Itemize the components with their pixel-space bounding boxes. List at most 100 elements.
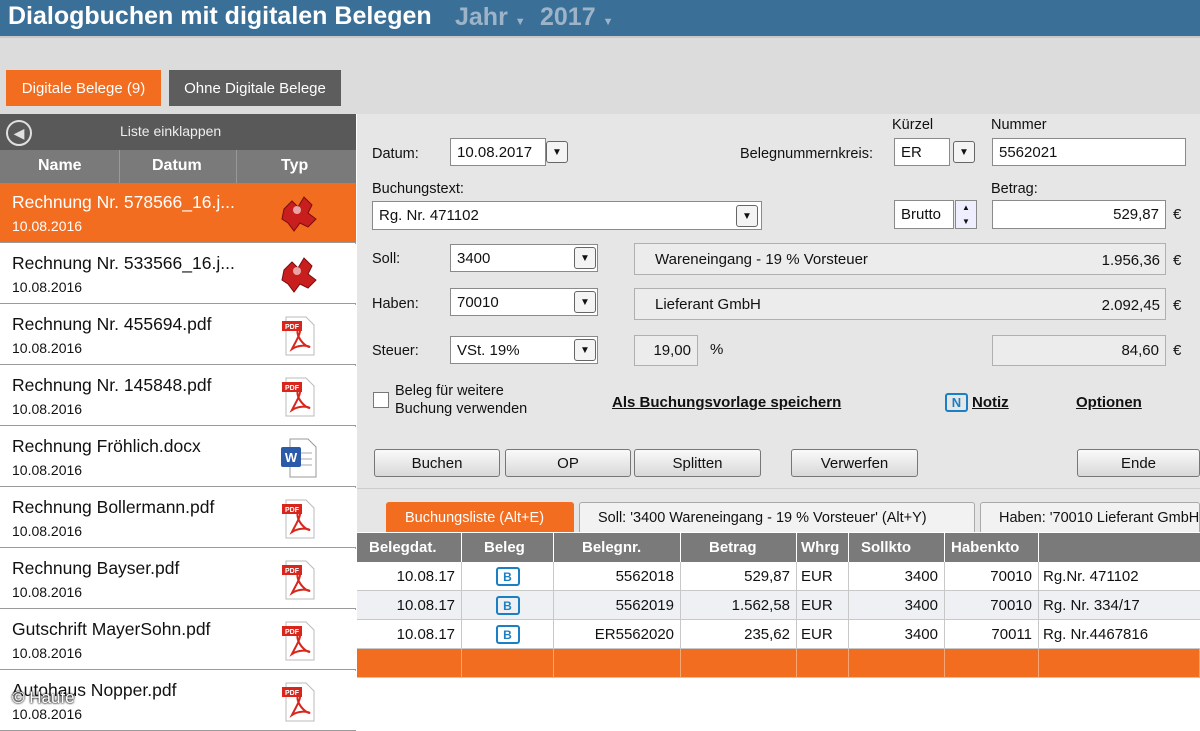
notiz-link[interactable]: Notiz [972, 394, 1009, 411]
beleg-reuse-checkbox[interactable] [373, 392, 389, 408]
document-list-item[interactable]: Gutschrift MayerSohn.pdf 10.08.2016 PDF [0, 610, 356, 670]
document-name: Rechnung Nr. 455694.pdf [12, 314, 212, 334]
steuer-dropdown-icon[interactable]: ▼ [574, 339, 596, 361]
col-sollkto[interactable]: Sollkto [849, 533, 945, 562]
steuer-label: Steuer: [372, 343, 419, 359]
cell-belegnr: 5562019 [554, 591, 681, 620]
chevron-down-icon[interactable]: ▼ [515, 16, 526, 28]
tab-ohne-digitale-belege[interactable]: Ohne Digitale Belege [169, 70, 341, 106]
col-beleg[interactable]: Beleg [462, 533, 554, 562]
cell-buchungstext: Rg. Nr.4467816 [1043, 626, 1149, 643]
table-row[interactable]: 10.08.17 B ER5562020 235,62 EUR 3400 70011 Rg. … [357, 620, 1200, 649]
kuerzel-field[interactable]: ER [894, 138, 950, 166]
splitten-button[interactable]: Splitten [634, 449, 761, 477]
column-header-datum[interactable]: Datum [152, 157, 202, 175]
cell-whrg: EUR [797, 620, 849, 649]
cell-beleg[interactable]: B [462, 591, 554, 620]
verwerfen-button[interactable]: Verwerfen [791, 449, 918, 477]
brutto-spinner[interactable]: ▲ ▼ [955, 200, 977, 229]
save-template-link[interactable]: Als Buchungsvorlage speichern [612, 394, 841, 411]
beleg-reuse-line2[interactable]: Buchung verwenden [395, 400, 527, 418]
document-date: 10.08.2016 [12, 279, 83, 295]
spin-down-icon[interactable]: ▼ [962, 217, 970, 226]
kuerzel-dropdown-icon[interactable]: ▼ [953, 141, 975, 163]
buchen-button[interactable]: Buchen [374, 449, 500, 477]
document-list-item[interactable]: Rechnung Nr. 455694.pdf 10.08.2016 PDF [0, 305, 356, 365]
soll-dropdown-icon[interactable]: ▼ [574, 247, 596, 269]
collapse-list-bar[interactable]: ◀ Liste einklappen [0, 114, 356, 150]
col-belegdat[interactable]: Belegdat. [357, 533, 462, 562]
word-icon: W [278, 437, 320, 479]
beleg-document-icon[interactable]: B [495, 596, 520, 615]
year-label[interactable]: Jahr [455, 3, 508, 31]
soll-value[interactable]: 3400 [457, 250, 490, 267]
beleg-document-icon[interactable]: B [495, 625, 520, 644]
col-buchungstext[interactable] [1039, 533, 1200, 562]
col-whrg[interactable]: Whrg [797, 533, 849, 562]
ende-button[interactable]: Ende [1077, 449, 1200, 477]
optionen-link[interactable]: Optionen [1076, 394, 1142, 411]
document-list-item[interactable]: Rechnung Nr. 578566_16.j... 10.08.2016 [0, 183, 356, 243]
chevron-left-icon[interactable]: ◀ [6, 120, 32, 146]
haben-value[interactable]: 70010 [457, 294, 499, 311]
year-value[interactable]: 2017 [540, 3, 596, 31]
document-list-item[interactable]: Rechnung Bollermann.pdf 10.08.2016 PDF [0, 488, 356, 548]
year-selector-value[interactable]: 2017 ▼ [540, 3, 613, 32]
new-entry-row[interactable] [357, 649, 1200, 678]
document-list-item[interactable]: Rechnung Bayser.pdf 10.08.2016 PDF [0, 549, 356, 609]
spin-up-icon[interactable]: ▲ [962, 203, 970, 212]
document-list-header: Name Datum Typ [0, 150, 356, 183]
brutto-field[interactable]: Brutto [894, 200, 954, 229]
betrag-field[interactable]: 529,87 [992, 200, 1166, 229]
column-header-typ[interactable]: Typ [281, 157, 308, 175]
document-list-item[interactable]: Rechnung Fröhlich.docx 10.08.2016 W [0, 427, 356, 487]
belegnummernkreis-label: Belegnummernkreis: [740, 146, 873, 162]
empty-cell[interactable] [849, 649, 945, 678]
tab-haben-konto[interactable]: Haben: '70010 Lieferant GmbH' (Alt+X) [980, 502, 1200, 532]
pdf-icon: PDF [278, 620, 320, 662]
table-row[interactable]: 10.08.17 B 5562019 1.562,58 EUR 3400 70010 Rg. … [357, 591, 1200, 620]
col-belegnr[interactable]: Belegnr. [554, 533, 681, 562]
empty-cell[interactable] [797, 649, 849, 678]
tab-digitale-belege[interactable]: Digitale Belege (9) [6, 70, 161, 106]
table-row[interactable]: 10.08.17 B 5562018 529,87 EUR 3400 70010 Rg.Nr.… [357, 562, 1200, 591]
cell-betrag: 529,87 [681, 562, 797, 591]
buchungstext-field[interactable]: Rg. Nr. 471102 [372, 201, 762, 230]
chevron-down-icon[interactable]: ▼ [603, 16, 614, 28]
cell-beleg[interactable]: B [462, 620, 554, 649]
datum-field[interactable]: 10.08.2017 [450, 138, 546, 166]
beleg-reuse-line1[interactable]: Beleg für weitere [395, 382, 527, 400]
soll-label: Soll: [372, 251, 401, 267]
empty-cell[interactable] [462, 649, 554, 678]
tab-soll-konto[interactable]: Soll: '3400 Wareneingang - 19 % Vorsteue… [579, 502, 975, 532]
document-name: Rechnung Bollermann.pdf [12, 497, 215, 517]
beleg-document-icon[interactable]: B [495, 567, 520, 586]
empty-cell[interactable] [1039, 649, 1200, 678]
column-header-name[interactable]: Name [38, 157, 82, 175]
steuer-amount: 84,60 [992, 335, 1166, 366]
image-icon [278, 193, 320, 235]
year-selector-label[interactable]: Jahr ▼ [455, 3, 526, 32]
col-betrag[interactable]: Betrag [681, 533, 797, 562]
document-date: 10.08.2016 [12, 218, 83, 234]
collapse-list-label[interactable]: Liste einklappen [120, 123, 221, 139]
document-list-item[interactable]: Rechnung Nr. 533566_16.j... 10.08.2016 [0, 244, 356, 304]
empty-cell[interactable] [681, 649, 797, 678]
note-icon[interactable]: N [945, 393, 968, 412]
buchungstext-dropdown-icon[interactable]: ▼ [736, 205, 758, 227]
op-button[interactable]: OP [505, 449, 631, 477]
haben-dropdown-icon[interactable]: ▼ [574, 291, 596, 313]
col-habenkto[interactable]: Habenkto [945, 533, 1039, 562]
beleg-reuse-label[interactable]: Beleg für weitere Buchung verwenden [395, 382, 527, 418]
cell-beleg[interactable]: B [462, 562, 554, 591]
document-name: Rechnung Fröhlich.docx [12, 436, 201, 456]
tab-buchungsliste[interactable]: Buchungsliste (Alt+E) [386, 502, 574, 532]
empty-cell[interactable] [945, 649, 1039, 678]
steuer-value[interactable]: VSt. 19% [457, 342, 520, 359]
buchungstext-value[interactable]: Rg. Nr. 471102 [379, 207, 479, 224]
empty-cell[interactable] [554, 649, 681, 678]
nummer-field[interactable]: 5562021 [992, 138, 1186, 166]
empty-cell[interactable] [357, 649, 462, 678]
calendar-dropdown-icon[interactable]: ▼ [546, 141, 568, 163]
document-list-item[interactable]: Rechnung Nr. 145848.pdf 10.08.2016 PDF [0, 366, 356, 426]
